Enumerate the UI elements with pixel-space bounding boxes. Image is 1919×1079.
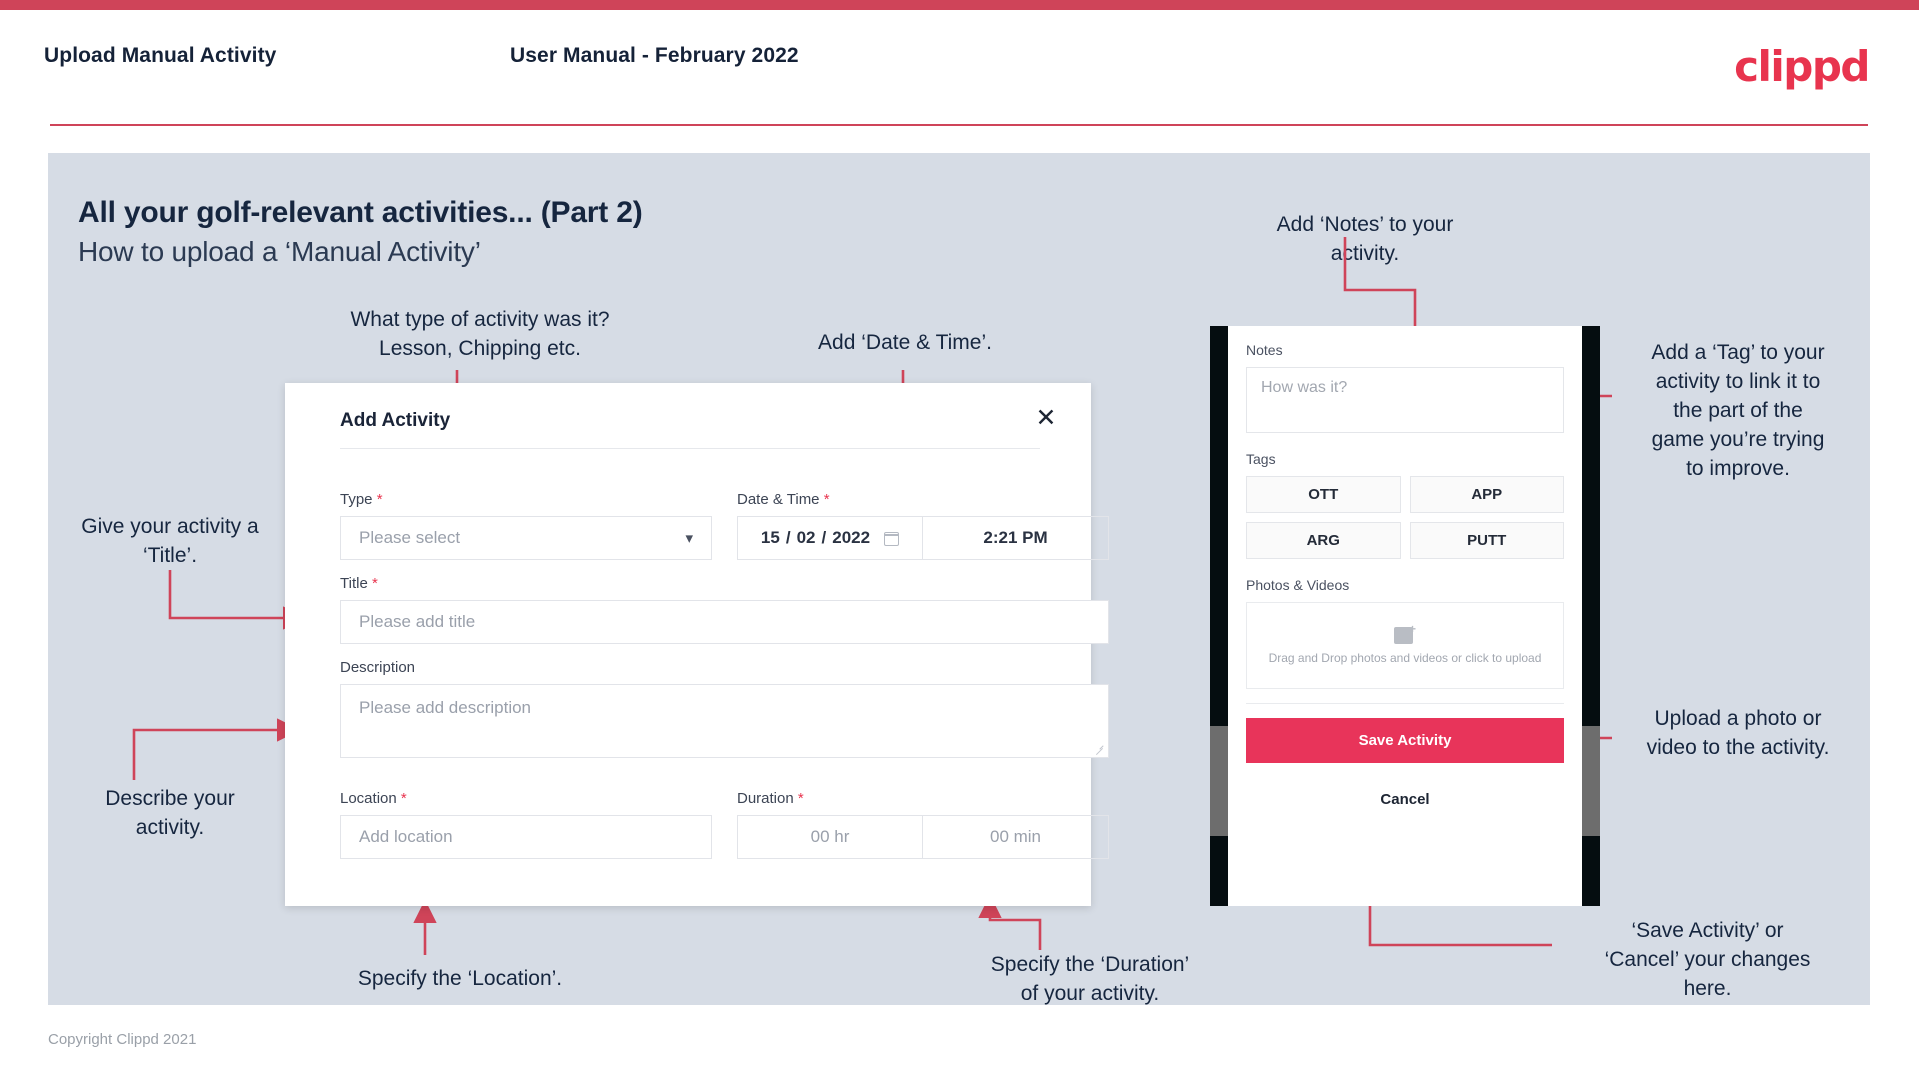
date-separator-1: / (785, 528, 791, 547)
required-asterisk: * (367, 575, 378, 592)
chevron-down-icon: ▾ (685, 530, 693, 547)
location-input[interactable]: Add location (340, 815, 712, 859)
close-icon[interactable]: ✕ (1031, 403, 1061, 433)
dropzone-text: Drag and Drop photos and videos or click… (1268, 650, 1542, 665)
annotation-save-cancel: ‘Save Activity’ or ‘Cancel’ your changes… (1604, 919, 1811, 1000)
annotation-upload: Upload a photo or video to the activity. (1646, 707, 1830, 759)
type-select-placeholder: Please select (359, 528, 461, 547)
annotation-description: Describe your activity. (105, 787, 235, 839)
field-title: Title * Please add title (340, 575, 1109, 644)
header-divider (50, 124, 1868, 126)
annotation-duration: Specify the ‘Duration’ of your activity. (990, 953, 1190, 1005)
annotation-tag: Add a ‘Tag’ to your activity to link it … (1651, 341, 1825, 480)
page-title: Upload Manual Activity (44, 44, 277, 67)
clippd-logo: clippd (1734, 42, 1870, 91)
photo-upload-dropzone[interactable]: + Drag and Drop photos and videos or cli… (1246, 602, 1564, 689)
annotation-type: What type of activity was it? Lesson, Ch… (350, 308, 610, 360)
field-location: Location * Add location (340, 790, 712, 859)
annotation-title: Give your activity a ‘Title’. (81, 515, 259, 567)
slide-subtitle: How to upload a ‘Manual Activity’ (78, 236, 481, 267)
calendar-icon[interactable] (884, 530, 900, 546)
duration-inputs: 00 hr 00 min (737, 815, 1109, 859)
type-select[interactable]: Please select ▾ (340, 516, 712, 560)
tag-arg[interactable]: ARG (1246, 522, 1401, 559)
notes-input[interactable]: How was it? (1246, 367, 1564, 433)
field-datetime: Date & Time * 15 / 02 / 2022 2:21 PM (737, 491, 1109, 560)
title-input[interactable]: Please add title (340, 600, 1109, 644)
dialog-title: Add Activity (340, 410, 451, 431)
phone-bezel-segment (1582, 726, 1600, 836)
phone-mockup: Notes How was it? Tags OTT APP ARG PUTT … (1210, 326, 1600, 906)
notes-label: Notes (1246, 342, 1283, 358)
time-input[interactable]: 2:21 PM (923, 517, 1108, 559)
field-type-label-text: Type (340, 491, 373, 508)
required-asterisk: * (372, 491, 383, 508)
dialog-divider (340, 448, 1040, 449)
top-accent-ribbon (0, 0, 1919, 10)
phone-bezel-segment (1210, 726, 1228, 836)
footer-copyright: Copyright Clippd 2021 (48, 1031, 197, 1048)
field-type-label: Type * (340, 491, 712, 508)
field-description: Description Please add description (340, 659, 1109, 758)
image-upload-icon: + (1394, 623, 1416, 644)
field-description-label: Description (340, 659, 416, 676)
date-day: 15 (760, 528, 780, 547)
field-duration-label-text: Duration (737, 790, 794, 807)
date-separator-2: / (821, 528, 827, 547)
header-subtitle: User Manual - February 2022 (510, 44, 799, 67)
duration-hours-input[interactable]: 00 hr (738, 816, 923, 858)
dialog-header: Add Activity ✕ (285, 383, 1091, 445)
phone-bezel-left (1210, 326, 1228, 906)
annotation-location: Specify the ‘Location’. (357, 967, 563, 990)
field-location-label-text: Location (340, 790, 397, 807)
required-asterisk: * (793, 790, 804, 807)
phone-bezel-right (1582, 326, 1600, 906)
date-month: 02 (796, 528, 816, 547)
field-title-label-text: Title (340, 575, 368, 592)
required-asterisk: * (819, 491, 830, 508)
tags-grid: OTT APP ARG PUTT (1246, 476, 1564, 559)
tag-putt[interactable]: PUTT (1409, 522, 1564, 559)
field-duration: Duration * 00 hr 00 min (737, 790, 1109, 859)
field-datetime-label: Date & Time * (737, 491, 1109, 508)
date-year: 2022 (832, 528, 871, 547)
add-activity-dialog: Add Activity ✕ Type * Please select ▾ Da… (285, 383, 1109, 906)
tags-label: Tags (1246, 451, 1276, 467)
annotation-notes: Add ‘Notes’ to your activity. (1276, 213, 1454, 265)
slide-page: Upload Manual Activity User Manual - Feb… (0, 0, 1919, 1079)
resize-handle-icon[interactable] (1094, 744, 1104, 754)
tag-app[interactable]: APP (1409, 476, 1564, 513)
field-title-label: Title * (340, 575, 1109, 592)
field-duration-label: Duration * (737, 790, 1109, 807)
tag-ott[interactable]: OTT (1246, 476, 1401, 513)
save-activity-button[interactable]: Save Activity (1246, 718, 1564, 763)
date-input[interactable]: 15 / 02 / 2022 (738, 517, 923, 559)
description-input[interactable]: Please add description (340, 684, 1109, 758)
field-location-label: Location * (340, 790, 712, 807)
cancel-button[interactable]: Cancel (1246, 791, 1564, 808)
description-placeholder: Please add description (359, 698, 532, 717)
photos-videos-label: Photos & Videos (1246, 577, 1350, 593)
field-datetime-label-text: Date & Time (737, 491, 820, 508)
field-type: Type * Please select ▾ (340, 491, 712, 560)
phone-screen: Notes How was it? Tags OTT APP ARG PUTT … (1228, 326, 1582, 906)
phone-divider (1246, 703, 1564, 704)
annotation-datetime: Add ‘Date & Time’. (818, 331, 992, 354)
required-asterisk: * (396, 790, 407, 807)
duration-minutes-input[interactable]: 00 min (923, 816, 1108, 858)
datetime-inputs: 15 / 02 / 2022 2:21 PM (737, 516, 1109, 560)
slide-title: All your golf-relevant activities... (Pa… (78, 196, 643, 229)
